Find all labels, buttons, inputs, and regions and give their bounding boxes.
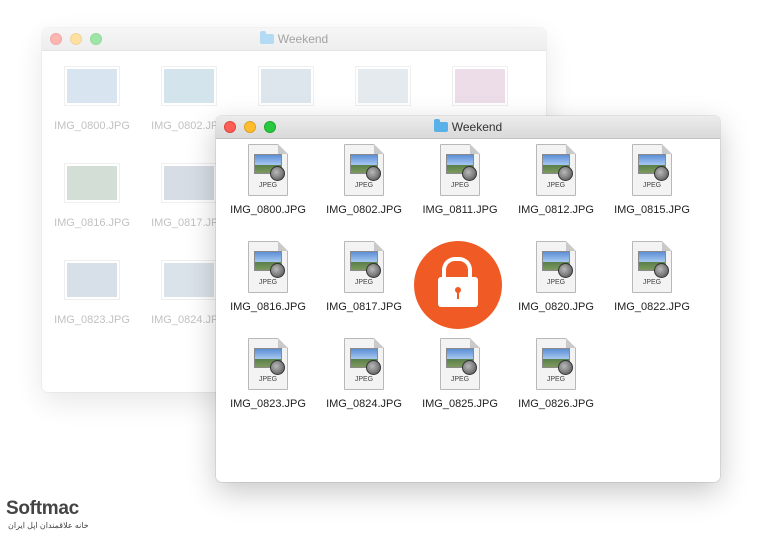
file-item[interactable]: JPEG IMG_0811.JPG [412, 144, 508, 216]
photo-thumbnail [64, 163, 120, 203]
photo-thumbnail [64, 260, 120, 300]
file-name: IMG_0802.JPG [326, 204, 402, 216]
file-name: IMG_0800.JPG [230, 204, 306, 216]
jpeg-file-icon: JPEG [536, 144, 576, 196]
jpeg-file-icon: JPEG [344, 338, 384, 390]
file-item[interactable]: JPEG IMG_0800.JPG [220, 144, 316, 216]
lock-icon [414, 241, 502, 329]
finder-window: Weekend JPEG IMG_0800.JPG JPEG IMG_0802.JPG… [216, 116, 720, 482]
window-title: Weekend [42, 31, 546, 46]
jpeg-file-icon: JPEG [248, 144, 288, 196]
jpeg-file-icon: JPEG [632, 144, 672, 196]
photo-thumbnail [161, 66, 217, 106]
photo-thumbnail [355, 66, 411, 106]
folder-icon [259, 31, 274, 44]
file-name: IMG_0800.JPG [54, 120, 130, 132]
brand-watermark: Softmac خانه علاقمندان اپل ایران [6, 498, 89, 530]
file-name: IMG_0822.JPG [614, 301, 690, 313]
brand-name: Softmac [6, 498, 79, 519]
titlebar: Weekend [216, 116, 720, 139]
back-file-item[interactable]: IMG_0816.JPG [45, 163, 139, 229]
photo-thumbnail [258, 66, 314, 106]
file-name: IMG_0823.JPG [230, 398, 306, 410]
file-item[interactable]: JPEG IMG_0815.JPG [604, 144, 700, 216]
file-item[interactable]: JPEG IMG_0826.JPG [508, 338, 604, 410]
file-item[interactable]: JPEG IMG_0824.JPG [316, 338, 412, 410]
file-name: IMG_0811.JPG [422, 204, 498, 216]
jpeg-file-icon: JPEG [440, 144, 480, 196]
jpeg-file-icon: JPEG [248, 338, 288, 390]
back-file-item[interactable] [336, 66, 430, 120]
window-title: Weekend [216, 119, 720, 134]
back-file-item[interactable]: IMG_0823.JPG [45, 260, 139, 326]
back-file-item[interactable] [433, 66, 527, 120]
file-item[interactable]: JPEG IMG_0816.JPG [220, 241, 316, 313]
photo-thumbnail [452, 66, 508, 106]
jpeg-file-icon: JPEG [344, 241, 384, 293]
back-file-item[interactable] [239, 66, 333, 120]
file-name: IMG_0825.JPG [422, 398, 498, 410]
file-item[interactable]: JPEG IMG_0812.JPG [508, 144, 604, 216]
file-name: IMG_0815.JPG [614, 204, 690, 216]
file-name: IMG_0816.JPG [54, 217, 130, 229]
photo-thumbnail [161, 163, 217, 203]
jpeg-file-icon: JPEG [440, 338, 480, 390]
brand-tagline: خانه علاقمندان اپل ایران [8, 521, 89, 530]
file-name: IMG_0816.JPG [230, 301, 306, 313]
jpeg-file-icon: JPEG [632, 241, 672, 293]
jpeg-file-icon: JPEG [536, 338, 576, 390]
folder-icon [433, 119, 448, 132]
jpeg-file-icon: JPEG [248, 241, 288, 293]
file-item[interactable]: JPEG IMG_0823.JPG [220, 338, 316, 410]
jpeg-file-icon: JPEG [536, 241, 576, 293]
file-item[interactable]: JPEG IMG_0825.JPG [412, 338, 508, 410]
back-titlebar: Weekend [42, 28, 546, 51]
file-name: IMG_0826.JPG [518, 398, 594, 410]
file-name: IMG_0812.JPG [518, 204, 594, 216]
file-name: IMG_0823.JPG [54, 314, 130, 326]
file-name: IMG_0824.JPG [326, 398, 402, 410]
file-item[interactable]: JPEG IMG_0822.JPG [604, 241, 700, 313]
file-name: IMG_0820.JPG [518, 301, 594, 313]
file-item[interactable]: JPEG IMG_0802.JPG [316, 144, 412, 216]
back-file-item[interactable]: IMG_0800.JPG [45, 66, 139, 132]
photo-thumbnail [64, 66, 120, 106]
photo-thumbnail [161, 260, 217, 300]
jpeg-file-icon: JPEG [344, 144, 384, 196]
file-item[interactable]: JPEG IMG_0820.JPG [508, 241, 604, 313]
file-name: IMG_0817.JPG [326, 301, 402, 313]
file-item[interactable]: JPEG IMG_0817.JPG [316, 241, 412, 313]
